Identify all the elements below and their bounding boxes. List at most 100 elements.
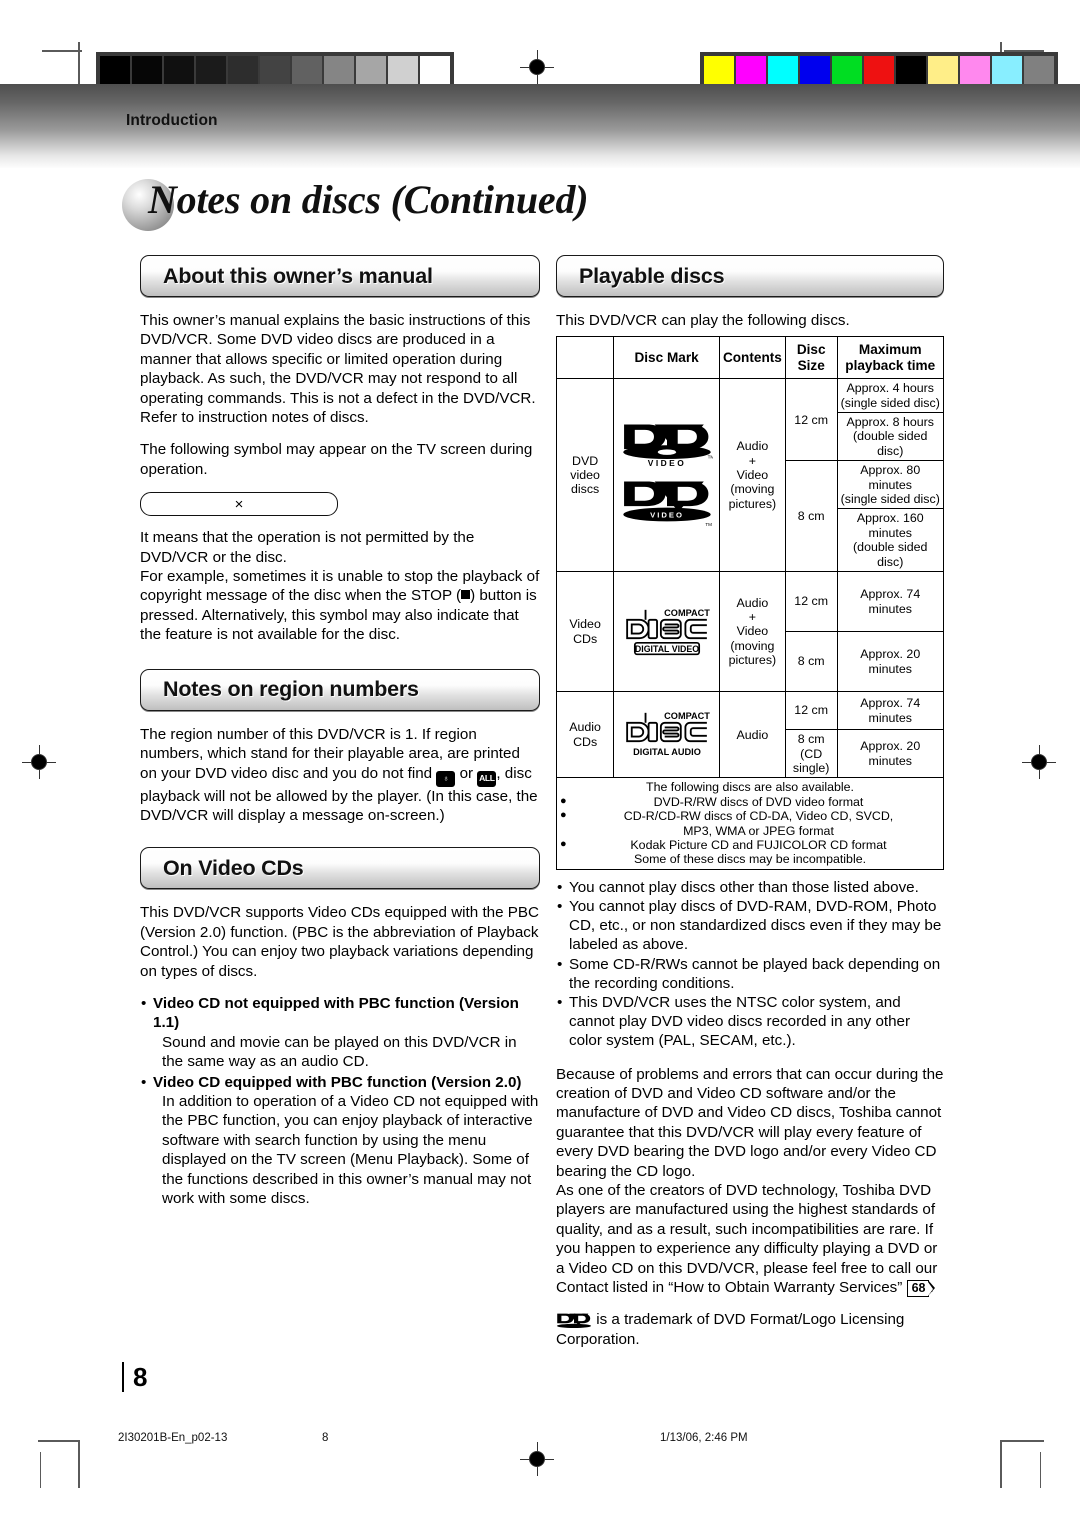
crop-mark-bottom-right-corner bbox=[1040, 1452, 1042, 1488]
svg-text:TM: TM bbox=[705, 522, 712, 527]
compact-disc-digital-audio-logo-icon: COMPACT DIGITAL AUDIO bbox=[625, 711, 710, 757]
print-footer: 2I30201B-En_p02-13 8 1/13/06, 2:46 PM bbox=[0, 1432, 1080, 1452]
page-reference-chip[interactable]: 68 bbox=[906, 1279, 936, 1298]
playback-time-cell: Approx. 20 minutes bbox=[836, 631, 944, 693]
contents-cell-dvd: Audio + Video (moving pictures) bbox=[718, 378, 786, 573]
page-number: 8 bbox=[122, 1362, 147, 1392]
heading-about-this-owners-manual: About this owner’s manual bbox=[140, 255, 540, 297]
list-item: You cannot play discs other than those l… bbox=[556, 878, 944, 897]
video-cd-bullet-2-head: Video CD equipped with PBC function (Ver… bbox=[153, 1073, 522, 1091]
disc-mark-cell-dvd: VIDEO TM VIDEO bbox=[613, 378, 720, 573]
note-bullet-3: Kodak Picture CD and FUJICOLOR CD format bbox=[560, 837, 940, 852]
closing-paragraph-2: As one of the creators of DVD technology… bbox=[556, 1181, 944, 1298]
about-paragraph-1: This owner’s manual explains the basic i… bbox=[140, 312, 536, 427]
compact-disc-digital-video-logo-icon: COMPACT DIGITAL VIDEO bbox=[625, 608, 710, 656]
page-title-text: Notes on discs (Continued) bbox=[148, 177, 589, 222]
contents-cell-audio-cd: Audio bbox=[718, 691, 786, 779]
registration-mark-left bbox=[22, 745, 56, 779]
table-header-disc-mark: Disc Mark bbox=[613, 336, 720, 380]
note-bullet-2-continuation: MP3, WMA or JPEG format bbox=[683, 823, 834, 838]
registration-mark-top bbox=[520, 50, 554, 84]
prohibited-symbol-box: × bbox=[140, 492, 338, 517]
disc-size-cell-dvd-12cm: 12 cm bbox=[784, 378, 838, 462]
contents-cell-video-cd: Audio + Video (moving pictures) bbox=[718, 571, 786, 693]
table-row: The following discs are also available. … bbox=[556, 777, 944, 870]
playback-time-cell: Approx. 74 minutes bbox=[836, 571, 944, 633]
dvd-logo-small-icon bbox=[556, 1313, 592, 1328]
playable-discs-cautions: You cannot play discs other than those l… bbox=[556, 878, 944, 1051]
right-column: Playable discs This DVD/VCR can play the… bbox=[555, 255, 944, 1362]
prohibited-symbol-glyph: × bbox=[234, 495, 244, 513]
playback-time-cell: Approx. 4 hours (single sided disc) bbox=[836, 378, 944, 414]
footer-page: 8 bbox=[322, 1432, 329, 1444]
trademark-text: is a trademark of DVD Format/Logo Licens… bbox=[556, 1311, 905, 1348]
video-cd-bullet-1-body: Sound and movie can be played on this DV… bbox=[162, 1033, 517, 1071]
additional-discs-note: The following discs are also available. … bbox=[556, 777, 944, 870]
playback-time-cell: Approx. 74 minutes bbox=[836, 691, 944, 731]
svg-text:VIDEO: VIDEO bbox=[650, 510, 684, 519]
disc-size-cell-videocd-8cm: 8 cm bbox=[784, 631, 838, 693]
disc-mark-cell-video-cd: COMPACT DIGITAL VIDEO bbox=[613, 571, 720, 693]
heading-label: Playable discs bbox=[579, 263, 725, 288]
table-row: DVD video discs VIDEO T VIDEO TM Audio +… bbox=[555, 378, 944, 573]
playback-time-cell: Approx. 20 minutes bbox=[836, 729, 944, 779]
video-cd-paragraph: This DVD/VCR supports Video CDs equipped… bbox=[140, 904, 539, 980]
svg-text:COMPACT: COMPACT bbox=[664, 608, 710, 618]
footer-filename: 2I30201B-En_p02-13 bbox=[118, 1432, 228, 1444]
video-cd-bullet-list: Video CD not equipped with PBC function … bbox=[140, 994, 540, 1208]
disc-size-cell-audiocd-12cm: 12 cm bbox=[784, 691, 838, 731]
playable-discs-intro: This DVD/VCR can play the following disc… bbox=[556, 312, 850, 329]
table-header-contents: Contents bbox=[718, 336, 786, 380]
disc-size-cell-videocd-12cm: 12 cm bbox=[784, 571, 838, 633]
dvd-video-logo-icon: VIDEO TM bbox=[622, 424, 713, 468]
disc-size-cell-audiocd-8cm: 8 cm (CD single) bbox=[784, 729, 838, 779]
left-column: About this owner’s manual This owner’s m… bbox=[140, 255, 540, 1209]
list-item: You cannot play discs of DVD-RAM, DVD-RO… bbox=[556, 897, 944, 955]
heading-on-video-cds: On Video CDs bbox=[140, 847, 540, 890]
stop-square-icon bbox=[461, 590, 471, 600]
svg-text:DIGITAL VIDEO: DIGITAL VIDEO bbox=[634, 644, 698, 654]
list-item: Video CD not equipped with PBC function … bbox=[140, 994, 540, 1072]
page-header-band: Introduction bbox=[0, 84, 1080, 168]
svg-text:DIGITAL AUDIO: DIGITAL AUDIO bbox=[633, 747, 701, 757]
note-lead: The following discs are also available. bbox=[646, 780, 854, 795]
table-header-row: Disc Mark Contents Disc Size Maximum pla… bbox=[555, 336, 944, 380]
table-header-disc-size: Disc Size bbox=[784, 336, 838, 380]
footer-timestamp: 1/13/06, 2:46 PM bbox=[660, 1432, 748, 1444]
page-title: Notes on discs (Continued) bbox=[122, 176, 722, 238]
note-tail: Some of these discs may be incompatible. bbox=[633, 852, 867, 867]
about-paragraph-2: The following symbol may appear on the T… bbox=[140, 441, 533, 478]
note-bullet-1: DVD-R/RW discs of DVD video format bbox=[560, 794, 940, 809]
table-row: Audio CDs COMPACT DIGITAL AUDIO Audio 12… bbox=[555, 691, 944, 779]
region-all-icon: ALL bbox=[477, 770, 497, 787]
table-row: Video CDs COMPACT DIGITAL VIDEO Audio + … bbox=[555, 571, 944, 693]
row-label-video-cds: Video CDs bbox=[555, 571, 615, 693]
table-header-blank bbox=[555, 336, 615, 380]
heading-label: On Video CDs bbox=[163, 855, 304, 880]
crop-mark-bottom-left-corner bbox=[40, 1452, 42, 1488]
section-label: Introduction bbox=[126, 112, 218, 129]
playable-discs-table: Disc Mark Contents Disc Size Maximum pla… bbox=[555, 336, 944, 870]
region-paragraph: The region number of this DVD/VCR is 1. … bbox=[140, 725, 540, 826]
list-item: Some CD-R/RWs cannot be played back depe… bbox=[556, 955, 944, 993]
row-label-dvd-video-discs: DVD video discs bbox=[555, 378, 615, 573]
region-globe-icon: ♁ bbox=[436, 770, 456, 787]
disc-mark-cell-audio-cd: COMPACT DIGITAL AUDIO bbox=[613, 691, 720, 779]
region-text-part2: or bbox=[459, 764, 474, 782]
heading-label: Notes on region numbers bbox=[163, 677, 419, 702]
video-cd-bullet-1-head: Video CD not equipped with PBC function … bbox=[153, 994, 519, 1032]
svg-text:COMPACT: COMPACT bbox=[664, 711, 710, 721]
trademark-notice: is a trademark of DVD Format/Logo Licens… bbox=[556, 1310, 944, 1349]
row-label-audio-cds: Audio CDs bbox=[555, 691, 615, 779]
svg-text:TM: TM bbox=[707, 454, 712, 459]
heading-playable-discs: Playable discs bbox=[556, 255, 944, 297]
closing-p2-text: As one of the creators of DVD technology… bbox=[556, 1182, 938, 1297]
crop-mark-top-left-h bbox=[42, 50, 82, 52]
about-paragraph-4: For example, sometimes it is unable to s… bbox=[140, 567, 540, 645]
about-paragraph-3: It means that the operation is not permi… bbox=[140, 529, 475, 566]
list-item: Video CD equipped with PBC function (Ver… bbox=[140, 1073, 540, 1209]
disc-size-cell-dvd-8cm: 8 cm bbox=[784, 460, 838, 573]
video-cd-bullet-2-body: In addition to operation of a Video CD n… bbox=[162, 1092, 539, 1207]
note-bullet-2: CD-R/CD-RW discs of CD-DA, Video CD, SVC… bbox=[560, 808, 940, 823]
dvd-video-logo-alt-icon: VIDEO TM bbox=[622, 481, 712, 527]
